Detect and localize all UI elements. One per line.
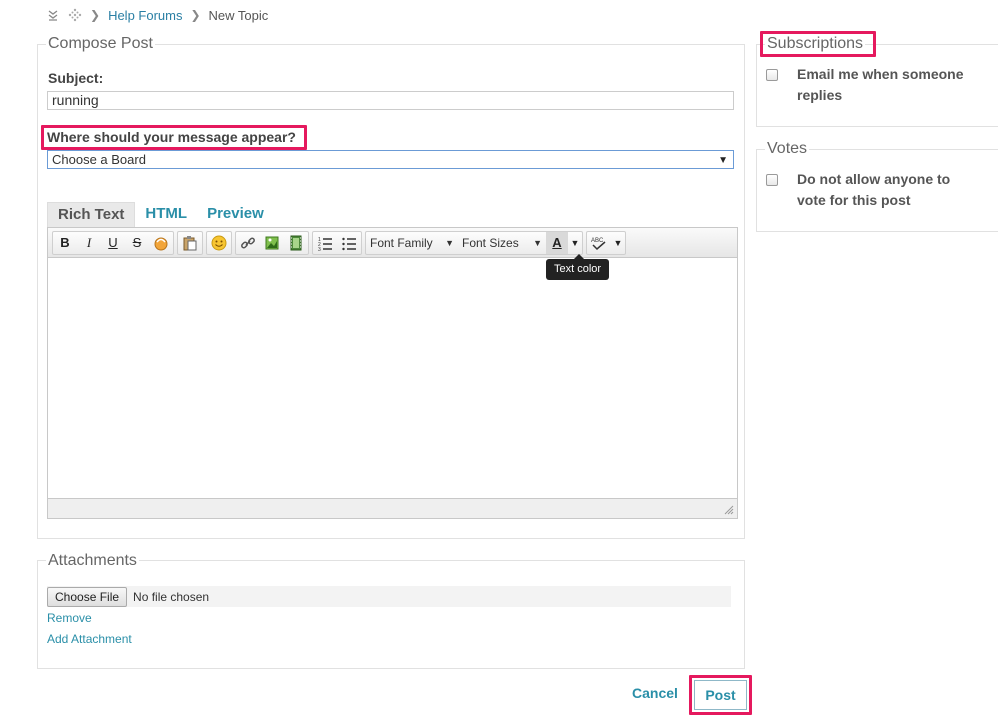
text-color-tooltip: Text color xyxy=(546,254,610,280)
add-attachment-link[interactable]: Add Attachment xyxy=(47,632,132,646)
editor-toolbar: B I U S 1 2 3 Font Family ▼ Font Sizes ▼… xyxy=(48,228,737,258)
list-group: 123 xyxy=(312,230,362,255)
unordered-list-icon[interactable] xyxy=(337,232,361,254)
choose-file-button[interactable]: Choose File xyxy=(47,586,128,607)
chevron-down-icon: ▼ xyxy=(533,237,542,248)
font-group: Font Family ▼ Font Sizes ▼ A ▼ xyxy=(365,230,583,255)
compose-post-legend: Compose Post xyxy=(46,35,155,53)
disallow-votes-label-line2: vote for this post xyxy=(797,192,911,208)
editor-tabs: Rich Text HTML Preview xyxy=(47,202,274,227)
cancel-button[interactable]: Cancel xyxy=(632,685,678,701)
text-color-dropdown-icon[interactable]: ▼ xyxy=(568,232,582,254)
board-label: Where should your message appear? xyxy=(47,129,296,145)
tab-preview[interactable]: Preview xyxy=(197,202,274,227)
spellcheck-group: ABC ▼ xyxy=(586,230,626,255)
dropdown-arrow-icon: ▼ xyxy=(718,155,728,166)
file-chooser: Choose File No file chosen xyxy=(47,586,731,607)
chevron-down-icon: ▼ xyxy=(445,237,454,248)
breadcrumb: ❯ Help Forums ❯ New Topic xyxy=(46,6,268,24)
clear-format-icon[interactable] xyxy=(149,232,173,254)
video-icon[interactable] xyxy=(284,232,308,254)
resize-handle-icon[interactable] xyxy=(724,505,734,515)
community-home-icon[interactable] xyxy=(68,8,82,22)
emoji-icon[interactable] xyxy=(207,232,231,254)
chevron-right-icon: ❯ xyxy=(190,8,201,22)
disallow-votes-label-line1: Do not allow anyone to xyxy=(797,171,951,187)
font-family-dropdown[interactable]: Font Family ▼ xyxy=(366,232,458,254)
collapse-icon[interactable] xyxy=(46,8,60,22)
disallow-votes-checkbox[interactable] xyxy=(766,174,778,186)
paste-icon[interactable] xyxy=(178,232,202,254)
board-select[interactable]: Choose a Board ▼ xyxy=(47,150,734,169)
no-file-text: No file chosen xyxy=(133,589,210,604)
format-group: B I U S xyxy=(52,230,174,255)
text-color-icon[interactable]: A xyxy=(546,231,568,254)
insert-group xyxy=(235,230,309,255)
italic-icon[interactable]: I xyxy=(77,232,101,254)
votes-legend: Votes xyxy=(765,140,810,158)
bold-icon[interactable]: B xyxy=(53,232,77,254)
subject-input[interactable]: running xyxy=(47,91,734,110)
board-select-value: Choose a Board xyxy=(52,152,146,167)
ordered-list-icon[interactable]: 123 xyxy=(313,232,337,254)
post-button[interactable]: Post xyxy=(694,680,747,710)
subscriptions-legend: Subscriptions xyxy=(765,35,866,53)
email-replies-label-line2: replies xyxy=(797,87,843,103)
email-replies-checkbox[interactable] xyxy=(766,69,778,81)
chevron-right-icon: ❯ xyxy=(90,8,101,22)
font-sizes-dropdown[interactable]: Font Sizes ▼ xyxy=(458,232,546,254)
svg-text:3: 3 xyxy=(318,247,321,251)
spellcheck-icon[interactable]: ABC xyxy=(587,232,611,254)
subject-label: Subject: xyxy=(48,70,104,86)
svg-text:ABC: ABC xyxy=(591,238,604,244)
strikethrough-icon[interactable]: S xyxy=(125,232,149,254)
tab-rich-text[interactable]: Rich Text xyxy=(47,202,136,227)
spellcheck-dropdown-icon[interactable]: ▼ xyxy=(611,232,625,254)
font-family-label: Font Family xyxy=(370,235,433,250)
tab-html[interactable]: HTML xyxy=(135,202,197,227)
remove-attachment-link[interactable]: Remove xyxy=(47,611,92,625)
attachments-panel xyxy=(37,560,745,669)
editor-status-bar xyxy=(48,498,737,518)
link-icon[interactable] xyxy=(236,232,260,254)
paste-group xyxy=(177,230,203,255)
breadcrumb-new-topic: New Topic xyxy=(208,7,269,23)
breadcrumb-help-forums[interactable]: Help Forums xyxy=(108,8,182,23)
rich-text-editor: B I U S 1 2 3 Font Family ▼ Font Sizes ▼… xyxy=(47,227,738,519)
font-sizes-label: Font Sizes xyxy=(462,235,519,250)
emoji-group xyxy=(206,230,232,255)
attachments-legend: Attachments xyxy=(46,552,139,570)
underline-icon[interactable]: U xyxy=(101,232,125,254)
image-icon[interactable] xyxy=(260,232,284,254)
editor-content-area[interactable] xyxy=(48,258,737,498)
email-replies-label-line1: Email me when someone xyxy=(797,66,964,82)
